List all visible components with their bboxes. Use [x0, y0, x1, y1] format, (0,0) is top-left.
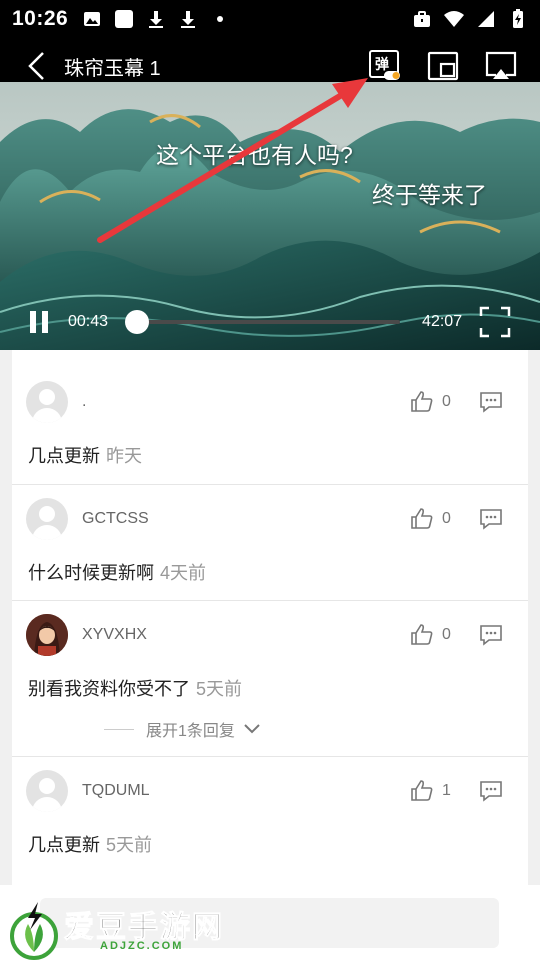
chevron-down-icon	[244, 724, 260, 734]
thumbs-up-icon	[411, 780, 433, 801]
screen: 10:26 珠帘玉幕 1 弹 这个平台也有人吗? 终于等来了 00:43 42:…	[0, 0, 540, 960]
comment-body: 什么时候更新啊 4天前	[28, 559, 206, 585]
username[interactable]: GCTCSS	[82, 510, 149, 528]
divider	[104, 728, 134, 730]
download-icon	[149, 11, 164, 28]
like-count: 0	[442, 626, 451, 643]
thumbs-up-icon	[411, 508, 433, 529]
comment-icon	[480, 392, 502, 413]
site-domain: ADJZC.COM	[100, 940, 184, 952]
like-count: 1	[442, 782, 451, 799]
comment-list[interactable]: . 0 几点更新 昨天 GCTCSS 0 什么时候更新啊 4天前 XYVXHX …	[12, 350, 528, 885]
notification-icons	[82, 9, 230, 29]
thumbs-up-icon	[411, 624, 433, 645]
annotation-arrow	[97, 78, 368, 243]
system-icons	[412, 9, 528, 29]
comment-body: 别看我资料你受不了 5天前	[28, 675, 242, 701]
work-profile-icon	[414, 11, 430, 27]
comment-text: 什么时候更新啊	[28, 563, 154, 583]
comment-body: 几点更新 5天前	[28, 831, 152, 857]
username[interactable]: .	[82, 393, 86, 411]
site-logo-icon	[10, 902, 58, 960]
reply-button[interactable]	[478, 622, 504, 648]
expand-replies-button[interactable]: 展开1条回复	[104, 717, 261, 741]
like-count: 0	[442, 393, 451, 410]
comment-icon	[480, 625, 502, 646]
comment-text: 几点更新	[28, 835, 100, 855]
avatar[interactable]	[26, 770, 68, 812]
video-player[interactable]: 珠帘玉幕 1 弹 这个平台也有人吗? 终于等来了 00:43 42:07	[0, 38, 540, 350]
reply-button[interactable]	[478, 389, 504, 415]
username[interactable]: XYVXHX	[82, 626, 147, 644]
avatar[interactable]	[26, 498, 68, 540]
comment-item: GCTCSS 0 什么时候更新啊 4天前	[12, 484, 528, 600]
status-bar: 10:26	[0, 0, 540, 38]
comment-header: GCTCSS 0	[26, 497, 516, 541]
comment-time: 昨天	[106, 446, 142, 466]
reply-button[interactable]	[478, 778, 504, 804]
comment-item: . 0 几点更新 昨天	[12, 350, 528, 484]
like-count: 0	[442, 510, 451, 527]
avatar[interactable]	[26, 381, 68, 423]
reply-button[interactable]	[478, 506, 504, 532]
comment-header: TQDUML 1	[26, 769, 516, 813]
signal-icon	[478, 11, 494, 27]
like-button[interactable]: 0	[410, 623, 452, 647]
comment-item: XYVXHX 0 别看我资料你受不了 5天前 展开1条回复	[12, 600, 528, 756]
comment-time: 4天前	[160, 563, 207, 583]
more-notifications-icon	[217, 16, 224, 22]
like-button[interactable]: 0	[410, 507, 452, 531]
comment-item: TQDUML 1 几点更新 5天前	[12, 756, 528, 872]
status-time: 10:26	[12, 7, 69, 30]
comment-header: XYVXHX 0	[26, 613, 516, 657]
wifi-icon	[444, 11, 464, 27]
comment-text: 别看我资料你受不了	[28, 679, 190, 699]
comment-time: 5天前	[106, 835, 153, 855]
avatar[interactable]	[26, 614, 68, 656]
app-notification-icon	[115, 10, 134, 28]
like-button[interactable]: 1	[410, 779, 452, 803]
comment-icon	[480, 781, 502, 802]
comment-time: 5天前	[196, 679, 243, 699]
username[interactable]: TQDUML	[82, 782, 150, 800]
comment-icon	[480, 509, 502, 530]
site-watermark: 爱豆手游网 ADJZC.COM	[8, 898, 268, 960]
comment-body: 几点更新 昨天	[28, 442, 142, 468]
thumbs-up-icon	[411, 391, 433, 412]
battery-charging-icon	[513, 9, 523, 28]
like-button[interactable]: 0	[410, 390, 452, 414]
comment-text: 几点更新	[28, 446, 100, 466]
avatar-image	[26, 614, 68, 656]
expand-replies-label: 展开1条回复	[146, 723, 235, 740]
gallery-icon	[84, 12, 101, 26]
download-icon	[181, 11, 196, 28]
comment-header: . 0	[26, 380, 516, 424]
